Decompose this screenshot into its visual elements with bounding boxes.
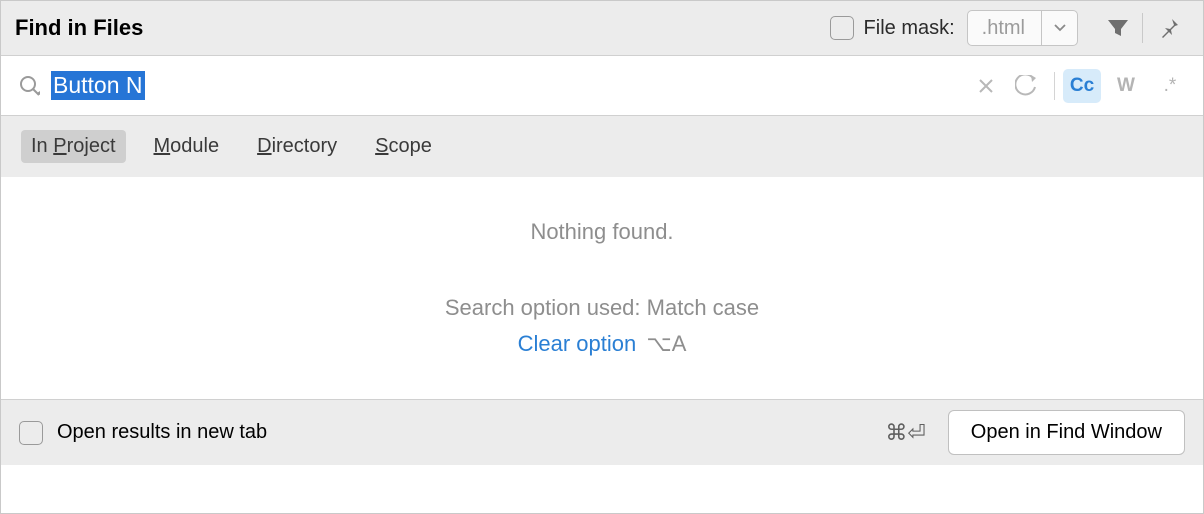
dialog-title: Find in Files (15, 15, 830, 41)
file-mask-label: File mask: (864, 17, 955, 40)
clear-option-link[interactable]: Clear option (518, 331, 637, 356)
match-case-toggle[interactable]: Cc (1063, 69, 1101, 103)
new-tab-checkbox[interactable] (19, 421, 43, 445)
chevron-down-icon[interactable] (1041, 11, 1077, 45)
pin-icon[interactable] (1149, 8, 1189, 48)
option-used-message: Search option used: Match case (445, 295, 759, 321)
open-in-find-window-button[interactable]: Open in Find Window (948, 410, 1185, 455)
tab-scope[interactable]: Scope (365, 130, 442, 163)
search-row: Button N Cc W .* (1, 56, 1203, 116)
clear-icon[interactable] (966, 66, 1006, 106)
tab-in-project[interactable]: In Project (21, 130, 126, 163)
tab-module[interactable]: Module (144, 130, 230, 163)
scope-tabs: In Project Module Directory Scope (1, 116, 1203, 177)
dialog-footer: Open results in new tab ⌘⏎ Open in Find … (1, 399, 1203, 465)
results-area: Nothing found. Search option used: Match… (1, 177, 1203, 399)
search-icon[interactable] (15, 66, 45, 106)
words-toggle[interactable]: W (1107, 69, 1145, 103)
separator (1142, 13, 1143, 43)
regex-toggle[interactable]: .* (1151, 69, 1189, 103)
file-mask-select[interactable]: .html (967, 10, 1078, 46)
clear-option-row: Clear option ⌥A (518, 331, 687, 357)
new-tab-label: Open results in new tab (57, 421, 885, 444)
separator (1054, 72, 1055, 100)
empty-message: Nothing found. (530, 219, 673, 245)
history-icon[interactable] (1006, 66, 1046, 106)
clear-option-shortcut: ⌥A (646, 331, 686, 356)
file-mask-value: .html (968, 17, 1041, 40)
filter-icon[interactable] (1098, 8, 1138, 48)
search-query-text: Button N (51, 71, 145, 100)
search-options: Cc W .* (1063, 69, 1189, 103)
tab-directory[interactable]: Directory (247, 130, 347, 163)
search-input[interactable]: Button N (45, 71, 966, 100)
file-mask-checkbox[interactable] (830, 16, 854, 40)
dialog-header: Find in Files File mask: .html (1, 1, 1203, 56)
open-shortcut: ⌘⏎ (885, 420, 925, 446)
